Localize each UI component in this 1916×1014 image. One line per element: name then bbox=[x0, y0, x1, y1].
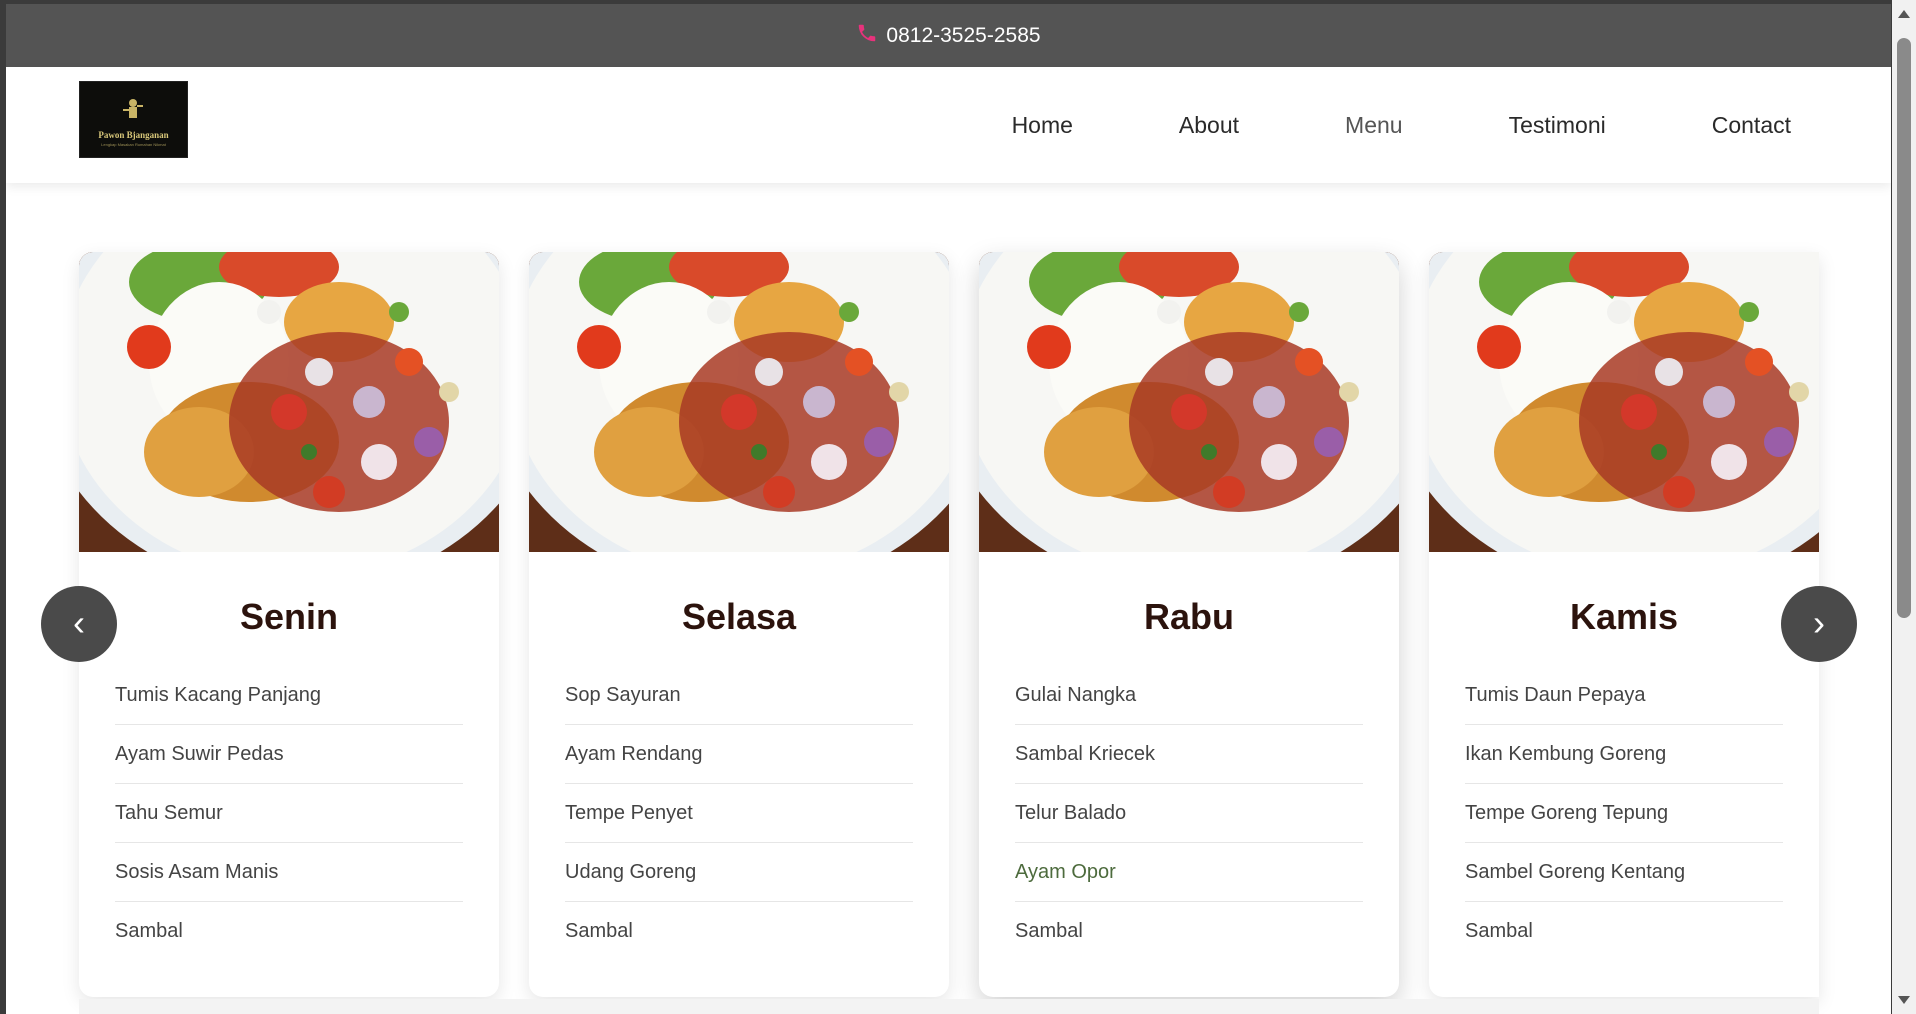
dish-list: Tumis Daun Pepaya Ikan Kembung Goreng Te… bbox=[1465, 666, 1783, 960]
dish-item: Sop Sayuran bbox=[565, 666, 913, 725]
dish-item: Tempe Penyet bbox=[565, 784, 913, 843]
dish-list: Tumis Kacang Panjang Ayam Suwir Pedas Ta… bbox=[115, 666, 463, 960]
chef-logo-icon bbox=[123, 99, 143, 118]
menu-card-kamis[interactable]: Kamis Tumis Daun Pepaya Ikan Kembung Gor… bbox=[1429, 252, 1819, 997]
food-photo bbox=[79, 252, 499, 552]
page-scrollbar[interactable] bbox=[1892, 0, 1916, 1014]
dish-item: Sambal bbox=[115, 920, 183, 942]
phone-number: 0812-3525-2585 bbox=[886, 23, 1041, 47]
nav-contact[interactable]: Contact bbox=[1712, 112, 1791, 139]
carousel-prev-button[interactable]: ‹ bbox=[41, 586, 117, 662]
logo-brand-text: Pawon Bjanganan bbox=[98, 130, 169, 140]
card-day-title: Senin bbox=[239, 596, 338, 637]
nav-home[interactable]: Home bbox=[1012, 112, 1073, 139]
dish-item: Sambal bbox=[565, 920, 633, 942]
dish-item: Sambal bbox=[1015, 920, 1083, 942]
food-photo bbox=[529, 252, 949, 552]
next-section-edge bbox=[79, 999, 1819, 1014]
dish-item: Udang Goreng bbox=[565, 843, 913, 902]
dish-item: Ayam Rendang bbox=[565, 725, 913, 784]
dish-item: Tumis Kacang Panjang bbox=[115, 666, 463, 725]
dish-item: Ikan Kembung Goreng bbox=[1465, 725, 1783, 784]
menu-card-selasa[interactable]: Selasa Sop Sayuran Ayam Rendang Tempe Pe… bbox=[529, 252, 949, 997]
dish-item: Tahu Semur bbox=[115, 784, 463, 843]
main-menu: Home About Menu Testimoni Contact bbox=[906, 67, 1791, 183]
scroll-up-icon[interactable] bbox=[1898, 10, 1910, 18]
dish-item: Sosis Asam Manis bbox=[115, 843, 463, 902]
browser-viewport: 0812-3525-2585 Pawon Bjanganan Lengkap M… bbox=[6, 4, 1891, 1014]
card-day-title: Kamis bbox=[1569, 596, 1679, 637]
nav-menu[interactable]: Menu bbox=[1345, 112, 1403, 139]
menu-card-senin[interactable]: Senin Tumis Kacang Panjang Ayam Suwir Pe… bbox=[79, 252, 499, 997]
scroll-down-icon[interactable] bbox=[1898, 996, 1910, 1004]
phone-contact[interactable]: 0812-3525-2585 bbox=[856, 22, 1041, 50]
logo-tagline: Lengkap Masakan Rumahan Nikmat bbox=[101, 142, 166, 147]
food-photo bbox=[1429, 252, 1819, 552]
dish-item: Ayam Suwir Pedas bbox=[115, 725, 463, 784]
card-day-title: Rabu bbox=[1144, 596, 1234, 637]
nav-testimoni[interactable]: Testimoni bbox=[1509, 112, 1606, 139]
dish-list: Sop Sayuran Ayam Rendang Tempe Penyet Ud… bbox=[565, 666, 913, 960]
dish-list: Gulai Nangka Sambal Kriecek Telur Balado… bbox=[1015, 666, 1363, 960]
dish-item: Telur Balado bbox=[1015, 784, 1363, 843]
card-day-title: Selasa bbox=[681, 596, 797, 637]
dish-item: Gulai Nangka bbox=[1015, 666, 1363, 725]
navbar: Pawon Bjanganan Lengkap Masakan Rumahan … bbox=[6, 67, 1891, 183]
dish-item: Sambal Kriecek bbox=[1015, 725, 1363, 784]
dish-item: Sambel Goreng Kentang bbox=[1465, 843, 1783, 902]
food-photo bbox=[979, 252, 1399, 552]
carousel-next-button[interactable]: › bbox=[1781, 586, 1857, 662]
phone-icon bbox=[856, 22, 878, 50]
scroll-thumb[interactable] bbox=[1897, 38, 1911, 618]
logo[interactable]: Pawon Bjanganan Lengkap Masakan Rumahan … bbox=[79, 81, 188, 158]
menu-card-rabu[interactable]: Rabu Gulai Nangka Sambal Kriecek Telur B… bbox=[979, 252, 1399, 997]
dish-item: Sambal bbox=[1465, 920, 1533, 942]
dish-item-hovered: Ayam Opor bbox=[1015, 843, 1363, 902]
contact-bar: 0812-3525-2585 bbox=[6, 4, 1891, 67]
dish-item: Tumis Daun Pepaya bbox=[1465, 666, 1783, 725]
dish-item: Tempe Goreng Tepung bbox=[1465, 784, 1783, 843]
nav-about[interactable]: About bbox=[1179, 112, 1239, 139]
